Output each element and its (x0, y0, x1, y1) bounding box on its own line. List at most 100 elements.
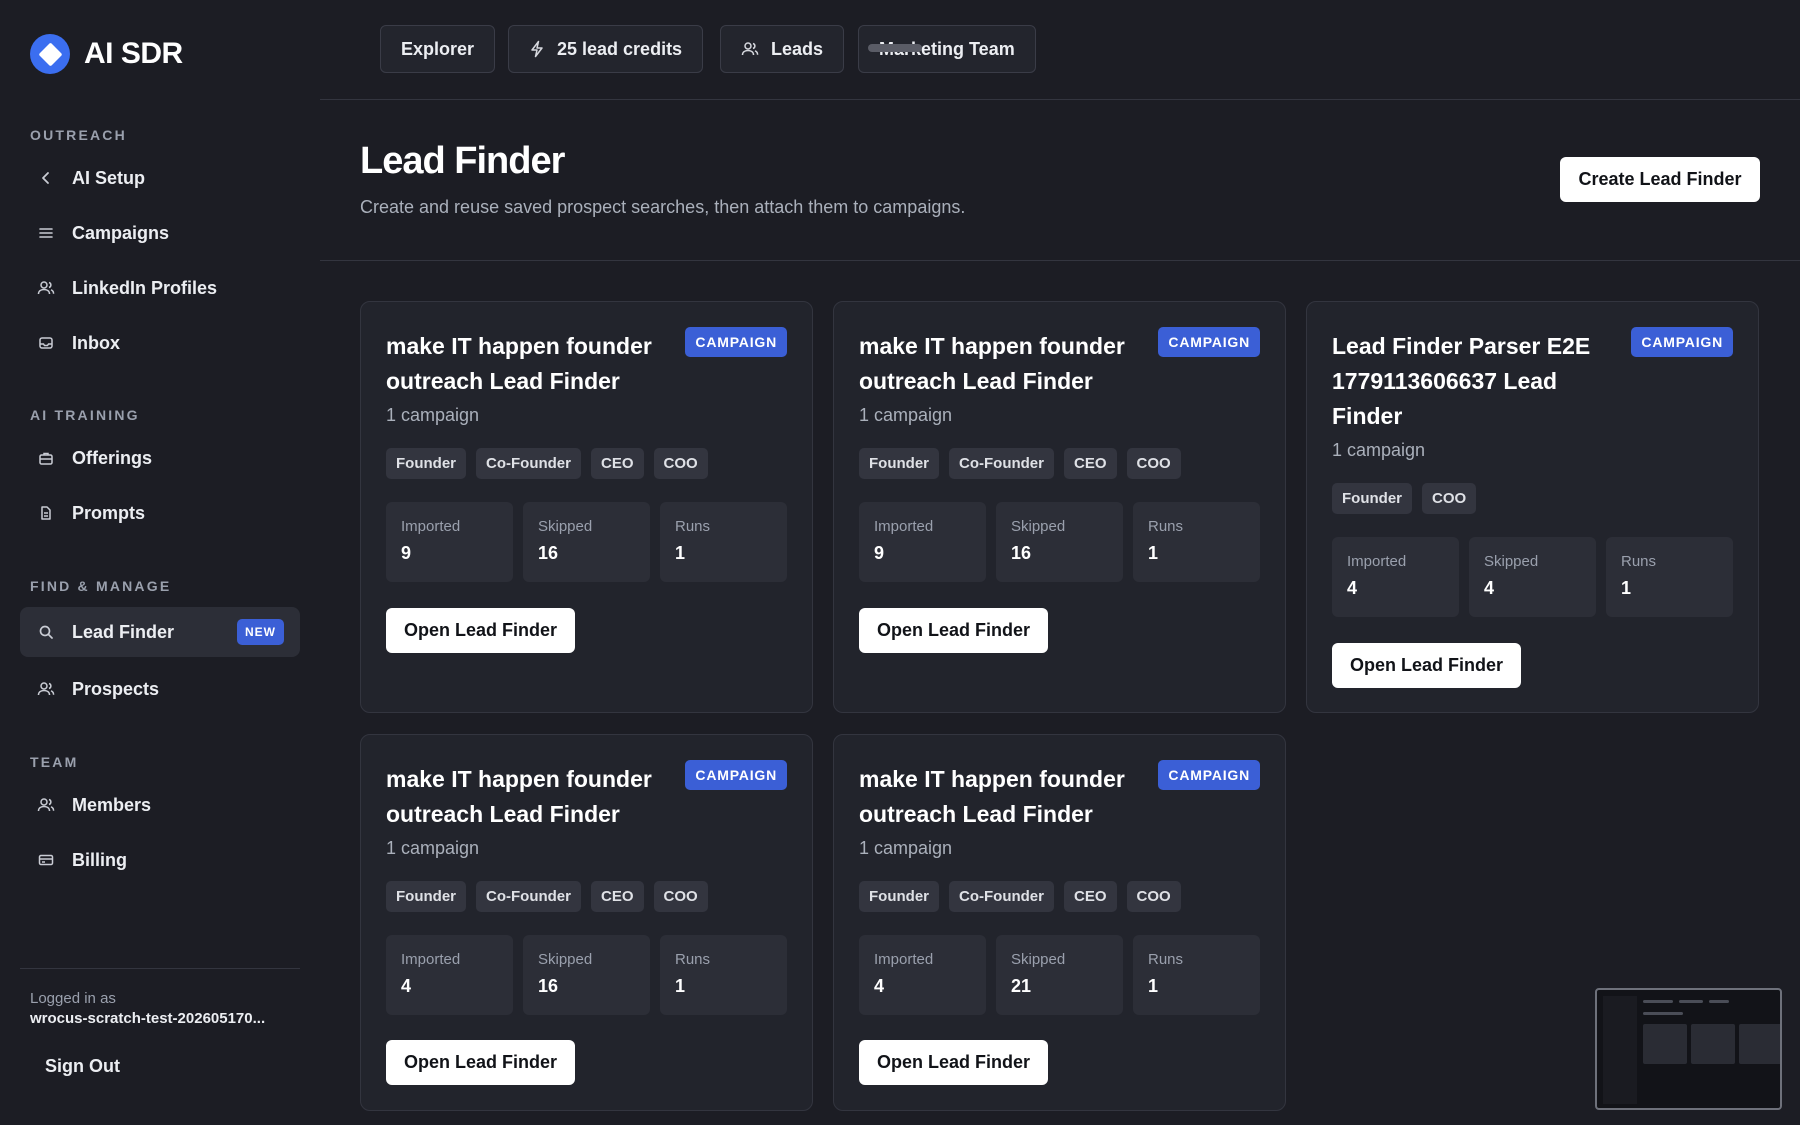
stat-label: Skipped (1011, 518, 1066, 535)
stat-label: Runs (1621, 553, 1657, 570)
card-title: make IT happen founder outreach Lead Fin… (386, 333, 652, 394)
card-stats: Imported 4 Skipped 4 Runs 1 (1332, 537, 1733, 617)
card-title: make IT happen founder outreach Lead Fin… (386, 766, 652, 827)
stat-value: 1 (1621, 578, 1632, 598)
sidebar-item-prompts[interactable]: Prompts (20, 488, 300, 538)
tag: Co-Founder (476, 881, 581, 912)
card-stats: Imported 9 Skipped 16 Runs 1 (386, 502, 787, 582)
imported-stat: Imported 4 (859, 935, 986, 1015)
skipped-stat: Skipped 16 (523, 935, 650, 1015)
sign-out-button[interactable]: Sign Out (45, 1056, 120, 1077)
tag: COO (653, 881, 708, 912)
stat-label: Skipped (1011, 951, 1066, 968)
runs-stat: Runs 1 (1606, 537, 1733, 617)
open-lead-finder-button[interactable]: Open Lead Finder (386, 608, 575, 653)
top-bar: Explorer 25 lead credits Leads Marketing… (320, 0, 1800, 100)
card-tags: Founder Co-Founder CEO COO (859, 448, 1181, 479)
create-lead-finder-button[interactable]: Create Lead Finder (1560, 157, 1760, 202)
lead-credits-button[interactable]: 25 lead credits (508, 25, 704, 73)
search-icon (36, 622, 56, 642)
open-lead-finder-button[interactable]: Open Lead Finder (859, 608, 1048, 653)
campaign-badge: CAMPAIGN (1158, 760, 1260, 790)
open-lead-finder-button[interactable]: Open Lead Finder (1332, 643, 1521, 688)
tag: COO (1126, 881, 1181, 912)
stat-label: Skipped (538, 951, 593, 968)
brand[interactable]: AI SDR (30, 34, 183, 74)
runs-stat: Runs 1 (660, 502, 787, 582)
document-icon (36, 503, 56, 523)
sidebar-item-linkedin-profiles[interactable]: LinkedIn Profiles (20, 263, 300, 313)
tag: CEO (590, 881, 644, 912)
stat-value: 21 (1011, 976, 1032, 996)
sidebar-item-billing[interactable]: Billing (20, 835, 300, 885)
campaign-badge: CAMPAIGN (1158, 327, 1260, 357)
sidebar-item-label: Offerings (72, 447, 153, 468)
sidebar-item-label: Members (72, 794, 152, 815)
tag: Founder (1332, 483, 1412, 514)
stat-value: 4 (1484, 578, 1495, 598)
tag: Co-Founder (949, 881, 1054, 912)
skipped-stat: Skipped 16 (523, 502, 650, 582)
leads-button[interactable]: Leads (720, 25, 845, 73)
menu-lines-icon (36, 223, 56, 243)
tag: COO (653, 448, 708, 479)
sidebar-item-members[interactable]: Members (20, 780, 300, 830)
stat-value: 4 (874, 976, 885, 996)
imported-stat: Imported 9 (859, 502, 986, 582)
lightning-icon (529, 40, 545, 58)
sidebar-item-lead-finder[interactable]: Lead Finder NEW (20, 607, 300, 657)
sidebar: AI SDR OUTREACH AI Setup Campaigns Linke… (0, 0, 320, 1125)
card-tags: Founder Co-Founder CEO COO (386, 881, 708, 912)
lead-finder-card: make IT happen founder outreach Lead Fin… (833, 734, 1286, 1111)
screenshot-thumbnail[interactable] (1595, 988, 1782, 1110)
imported-stat: Imported 4 (1332, 537, 1459, 617)
open-lead-finder-button[interactable]: Open Lead Finder (386, 1040, 575, 1085)
users-icon (741, 40, 759, 58)
stat-value: 16 (538, 976, 559, 996)
section-title-ai-training: AI TRAINING (30, 407, 140, 423)
tag: CEO (590, 448, 644, 479)
users-icon (36, 278, 56, 298)
explorer-label: Explorer (401, 38, 475, 59)
sidebar-item-label: LinkedIn Profiles (72, 277, 218, 298)
chevron-left-icon (36, 168, 56, 188)
sidebar-item-label: Campaigns (72, 222, 170, 243)
sidebar-item-inbox[interactable]: Inbox (20, 318, 300, 368)
stat-value: 1 (1148, 976, 1159, 996)
tag: CEO (1063, 881, 1117, 912)
card-tags: Founder Co-Founder CEO COO (859, 881, 1181, 912)
card-stats: Imported 9 Skipped 16 Runs 1 (859, 502, 1260, 582)
sidebar-item-ai-setup[interactable]: AI Setup (20, 153, 300, 203)
sidebar-item-label: Prompts (72, 502, 146, 523)
lead-finder-card: make IT happen founder outreach Lead Fin… (833, 301, 1286, 713)
stat-value: 1 (675, 976, 686, 996)
card-tags: Founder Co-Founder CEO COO (386, 448, 708, 479)
stat-value: 4 (1347, 578, 1358, 598)
tag: Co-Founder (476, 448, 581, 479)
stat-label: Runs (1148, 951, 1184, 968)
stat-label: Imported (401, 518, 461, 535)
tag: Founder (859, 881, 939, 912)
leads-label: Leads (771, 38, 824, 59)
sidebar-item-prospects[interactable]: Prospects (20, 664, 300, 714)
tag: CEO (1063, 448, 1117, 479)
sidebar-item-label: Inbox (72, 332, 120, 353)
stat-label: Imported (874, 951, 934, 968)
explorer-button[interactable]: Explorer (380, 25, 496, 73)
sidebar-item-campaigns[interactable]: Campaigns (20, 208, 300, 258)
card-title: make IT happen founder outreach Lead Fin… (859, 766, 1125, 827)
open-lead-finder-button[interactable]: Open Lead Finder (859, 1040, 1048, 1085)
tag: Founder (859, 448, 939, 479)
stat-label: Skipped (1484, 553, 1539, 570)
tag: Founder (386, 448, 466, 479)
new-badge: NEW (237, 619, 284, 645)
stat-value: 9 (401, 543, 412, 563)
sidebar-item-offerings[interactable]: Offerings (20, 433, 300, 483)
card-campaign-count: 1 campaign (859, 838, 953, 858)
stat-label: Imported (401, 951, 461, 968)
stat-label: Runs (1148, 518, 1184, 535)
runs-stat: Runs 1 (660, 935, 787, 1015)
lead-finder-card: make IT happen founder outreach Lead Fin… (360, 301, 813, 713)
logged-in-label: Logged in as (30, 990, 116, 1007)
campaign-badge: CAMPAIGN (685, 327, 787, 357)
